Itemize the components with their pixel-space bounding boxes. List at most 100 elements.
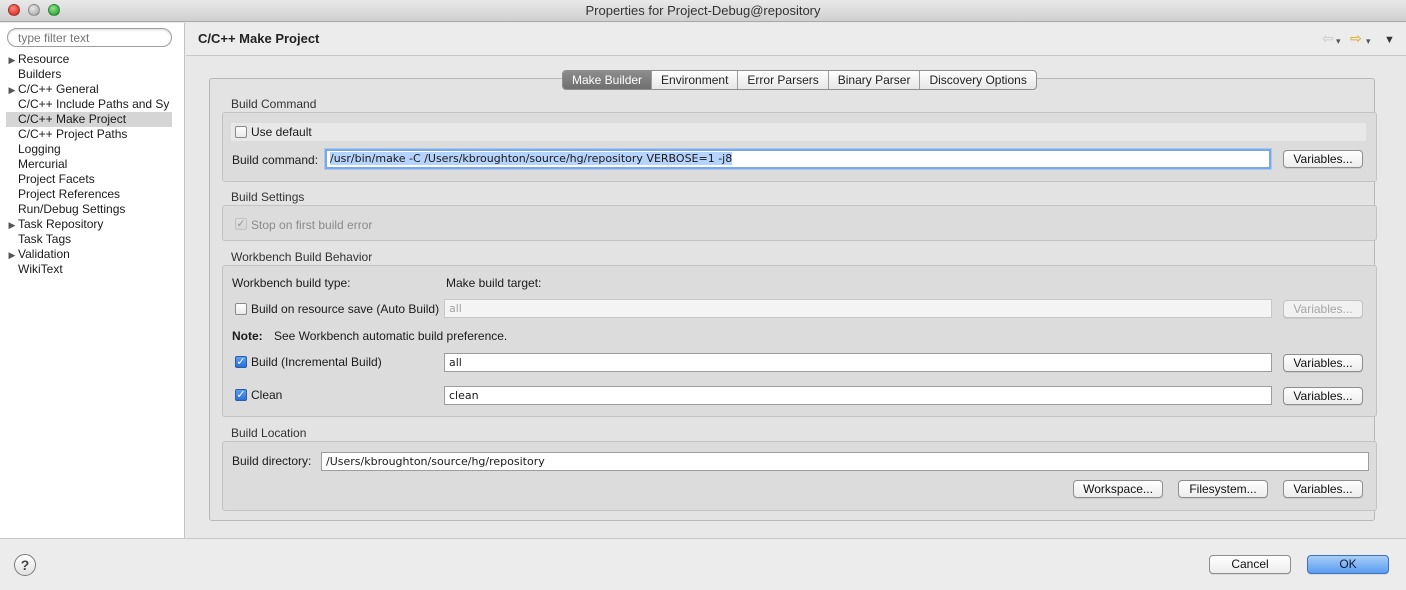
build-type-header: Workbench build type: — [232, 276, 351, 290]
sidebar-item-wikitext[interactable]: WikiText — [6, 262, 172, 277]
auto-build-label: Build on resource save (Auto Build) — [251, 302, 440, 316]
build-command-label: Build command: — [232, 153, 319, 167]
expand-arrow-icon[interactable]: ▶ — [6, 248, 18, 262]
auto-build-variables-button[interactable]: Variables... — [1283, 300, 1363, 318]
tab-make-builder[interactable]: Make Builder — [563, 71, 653, 89]
forward-history-dropdown-icon[interactable]: ▾ — [1366, 34, 1371, 48]
sidebar-item-logging[interactable]: Logging — [6, 142, 172, 157]
build-location-group-label: Build Location — [231, 426, 307, 440]
expand-arrow-icon[interactable]: ▶ — [6, 53, 18, 67]
sidebar-item-label: C/C++ Make Project — [18, 112, 127, 126]
clean-variables-button[interactable]: Variables... — [1283, 387, 1363, 405]
sidebar-item-label: C/C++ Project Paths — [18, 127, 128, 141]
sidebar-item-resource[interactable]: ▶ Resource — [6, 52, 172, 67]
sidebar-item-label: Task Tags — [18, 232, 72, 246]
incremental-build-target-input[interactable]: all — [444, 353, 1272, 372]
use-default-row — [231, 123, 1366, 141]
dialog-button-bar: ? Cancel OK — [0, 538, 1406, 590]
window-title: Properties for Project-Debug@repository — [585, 3, 821, 18]
tab-discovery-options[interactable]: Discovery Options — [920, 71, 1035, 89]
build-command-value: /usr/bin/make -C /Users/kbroughton/sourc… — [330, 152, 733, 165]
expand-arrow-icon[interactable]: ▶ — [6, 83, 18, 97]
tab-label: Environment — [661, 73, 729, 87]
tab-bar: Make Builder Environment Error Parsers B… — [562, 70, 1037, 90]
forward-arrow-icon[interactable]: ⇨ — [1350, 31, 1362, 45]
build-command-input[interactable]: /usr/bin/make -C /Users/kbroughton/sourc… — [325, 149, 1271, 169]
property-page: C/C++ Make Project ⇦ ▾ ⇨ ▾ ▼ Make Builde… — [186, 23, 1406, 538]
tab-label: Discovery Options — [929, 73, 1027, 87]
incremental-variables-button[interactable]: Variables... — [1283, 354, 1363, 372]
sidebar-item-label: Mercurial — [18, 157, 68, 171]
incremental-build-label: Build (Incremental Build) — [251, 355, 382, 369]
tab-error-parsers[interactable]: Error Parsers — [738, 71, 829, 89]
tab-label: Error Parsers — [747, 73, 819, 87]
build-settings-group-label: Build Settings — [231, 190, 305, 204]
sidebar-item-label: C/C++ Include Paths and Sy — [18, 97, 170, 111]
sidebar-item-label: Resource — [18, 52, 70, 66]
note-text: See Workbench automatic build preference… — [274, 329, 508, 343]
clean-label: Clean — [251, 388, 283, 402]
back-history-dropdown-icon[interactable]: ▾ — [1336, 34, 1341, 48]
cancel-button[interactable]: Cancel — [1209, 555, 1291, 574]
sidebar-item-label: Builders — [18, 67, 62, 81]
tab-binary-parser[interactable]: Binary Parser — [829, 71, 921, 89]
sidebar-item-c-c-project-paths[interactable]: C/C++ Project Paths — [6, 127, 172, 142]
build-command-group-label: Build Command — [231, 97, 317, 111]
build-command-group: Use default Build command: /usr/bin/make… — [222, 112, 1377, 182]
make-target-header: Make build target: — [446, 276, 542, 290]
page-header: C/C++ Make Project ⇦ ▾ ⇨ ▾ ▼ — [186, 23, 1406, 56]
sidebar-item-label: Project Facets — [18, 172, 95, 186]
sidebar-item-builders[interactable]: Builders — [6, 67, 172, 82]
sidebar-item-label: WikiText — [18, 262, 63, 276]
page-title: C/C++ Make Project — [198, 31, 320, 46]
build-settings-group: ✓ Stop on first build error — [222, 205, 1377, 241]
filter-input[interactable] — [7, 28, 172, 47]
filesystem-button[interactable]: Filesystem... — [1178, 480, 1268, 498]
clean-checkbox[interactable]: ✓ — [235, 389, 247, 401]
window-titlebar: Properties for Project-Debug@repository — [0, 0, 1406, 22]
sidebar-item-mercurial[interactable]: Mercurial — [6, 157, 172, 172]
sidebar-item-label: C/C++ General — [18, 82, 99, 96]
tab-environment[interactable]: Environment — [652, 71, 739, 89]
note-label: Note: — [232, 329, 263, 343]
workbench-group-label: Workbench Build Behavior — [231, 250, 373, 264]
sidebar-item-label: Validation — [18, 247, 70, 261]
auto-build-checkbox[interactable] — [235, 303, 247, 315]
properties-sidebar: ▶ResourceBuilders▶C/C++ GeneralC/C++ Inc… — [0, 23, 185, 538]
sidebar-item-project-references[interactable]: Project References — [6, 187, 172, 202]
auto-build-target-input[interactable]: all — [444, 299, 1272, 318]
use-default-label: Use default — [251, 125, 312, 139]
sidebar-item-c-c-include-paths-and-sy[interactable]: C/C++ Include Paths and Sy — [6, 97, 172, 112]
stop-on-error-checkbox[interactable]: ✓ — [235, 218, 247, 230]
sidebar-item-label: Project References — [18, 187, 121, 201]
sidebar-item-project-facets[interactable]: Project Facets — [6, 172, 172, 187]
view-menu-icon[interactable]: ▼ — [1384, 33, 1395, 47]
build-command-variables-button[interactable]: Variables... — [1283, 150, 1363, 168]
stop-on-error-label: Stop on first build error — [251, 218, 373, 232]
sidebar-item-task-repository[interactable]: ▶ Task Repository — [6, 217, 172, 232]
tab-label: Binary Parser — [837, 73, 911, 87]
sidebar-item-run-debug-settings[interactable]: Run/Debug Settings — [6, 202, 172, 217]
sidebar-item-label: Run/Debug Settings — [18, 202, 126, 216]
sidebar-item-label: Logging — [18, 142, 61, 156]
workspace-button[interactable]: Workspace... — [1073, 480, 1163, 498]
expand-arrow-icon[interactable]: ▶ — [6, 218, 18, 232]
ok-button[interactable]: OK — [1307, 555, 1389, 574]
tab-label: Make Builder — [572, 73, 643, 87]
sidebar-item-label: Task Repository — [18, 217, 104, 231]
tab-content: Build Command Use default Build command:… — [209, 78, 1377, 521]
build-directory-label: Build directory: — [232, 454, 312, 468]
workbench-group: Workbench build type: Make build target:… — [222, 265, 1377, 417]
help-icon[interactable]: ? — [14, 554, 36, 576]
sidebar-item-c-c-general[interactable]: ▶ C/C++ General — [6, 82, 172, 97]
build-location-group: Build directory: /Users/kbroughton/sourc… — [222, 441, 1377, 511]
sidebar-item-c-c-make-project[interactable]: C/C++ Make Project — [6, 112, 172, 127]
incremental-build-checkbox[interactable]: ✓ — [235, 356, 247, 368]
clean-target-input[interactable]: clean — [444, 386, 1272, 405]
back-arrow-icon[interactable]: ⇦ — [1322, 31, 1334, 45]
sidebar-item-task-tags[interactable]: Task Tags — [6, 232, 172, 247]
build-directory-input[interactable]: /Users/kbroughton/source/hg/repository — [321, 452, 1369, 471]
build-location-variables-button[interactable]: Variables... — [1283, 480, 1363, 498]
use-default-checkbox[interactable] — [235, 126, 247, 138]
sidebar-item-validation[interactable]: ▶ Validation — [6, 247, 172, 262]
